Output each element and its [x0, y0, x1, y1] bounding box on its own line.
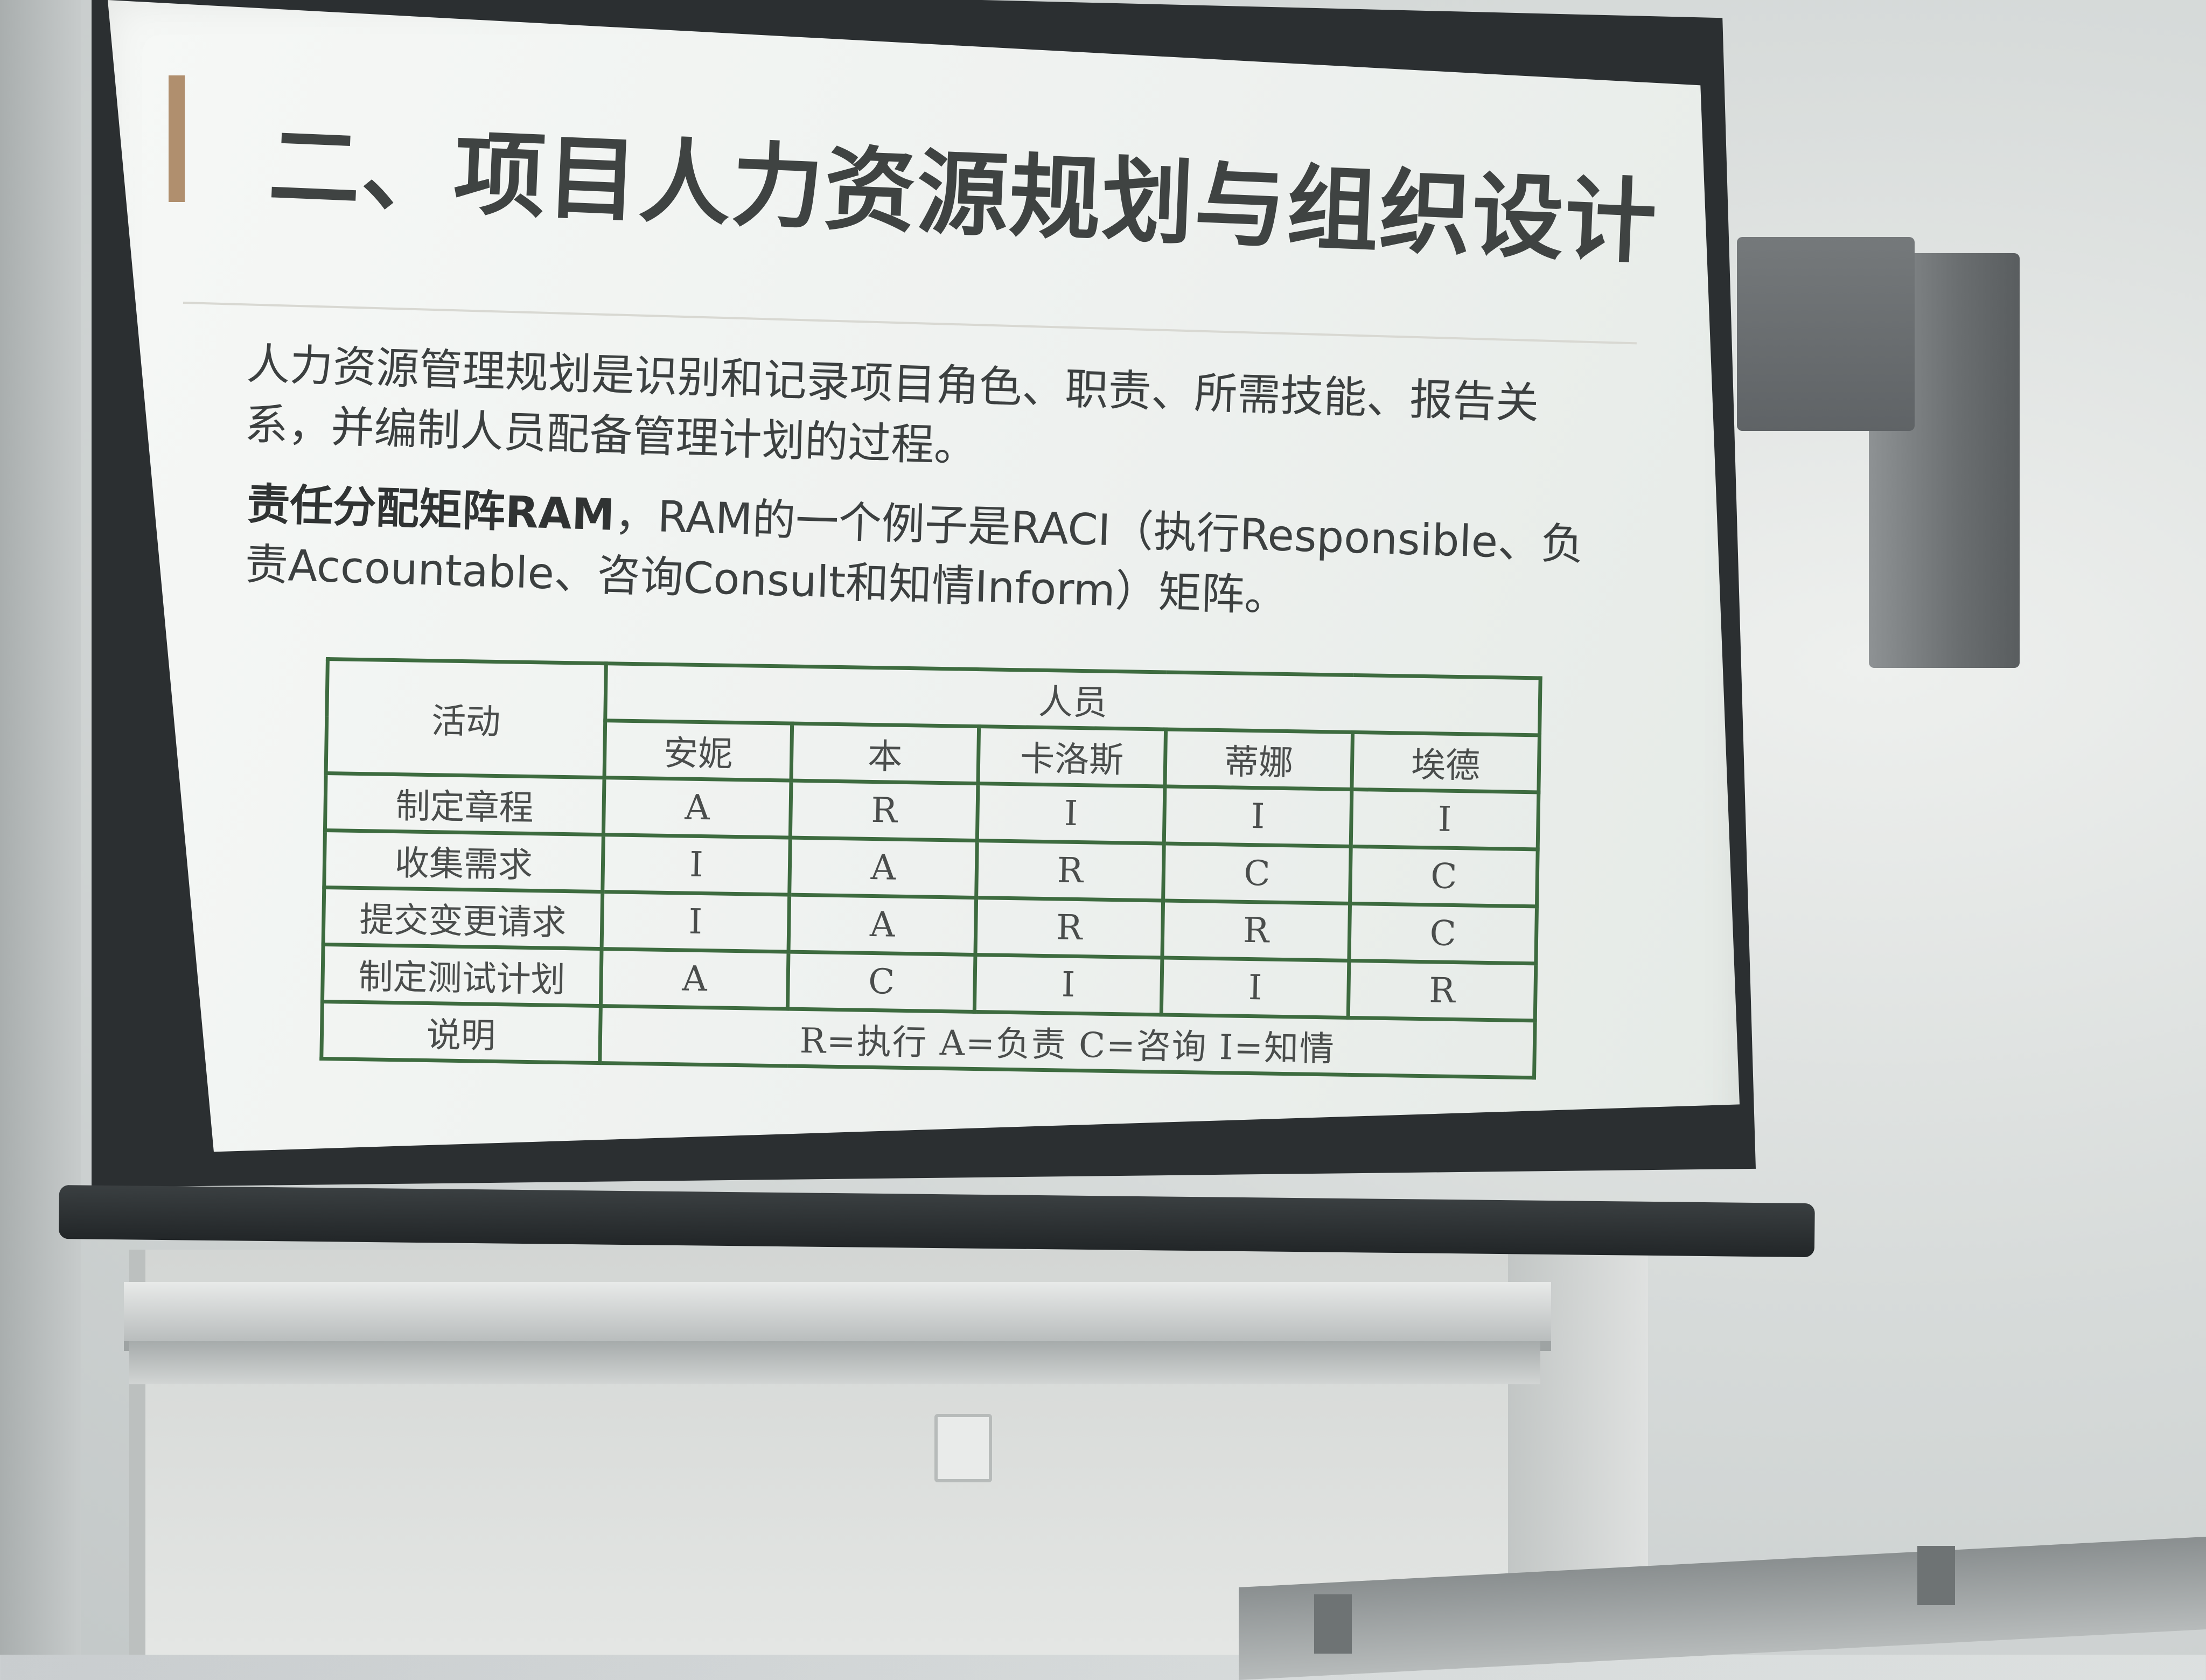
raci-cell: I: [602, 834, 791, 895]
ram-term: 责任分配矩阵RAM: [246, 478, 616, 540]
raci-cell: A: [603, 777, 792, 838]
activity-cell: 提交变更请求: [323, 887, 603, 949]
raci-cell: I: [1161, 957, 1349, 1018]
person-name: 埃德: [1351, 732, 1540, 792]
raci-table: 活动 人员 安妮 本 卡洛斯 蒂娜 埃德 制定章程 A R I I I 收集需求…: [319, 657, 1542, 1079]
person-name: 蒂娜: [1164, 729, 1353, 790]
raci-cell: C: [787, 952, 975, 1012]
activity-cell: 制定章程: [325, 773, 605, 835]
activity-header: 活动: [326, 659, 606, 778]
raci-table-wrapper: 活动 人员 安妮 本 卡洛斯 蒂娜 埃德 制定章程 A R I I I 收集需求…: [319, 657, 1542, 1079]
raci-cell: C: [1163, 843, 1351, 904]
raci-cell: A: [788, 895, 976, 955]
legend-label: 说明: [321, 1001, 601, 1063]
raci-cell: C: [1350, 846, 1538, 907]
person-name: 卡洛斯: [978, 726, 1166, 787]
raci-cell: R: [1348, 960, 1536, 1021]
raci-cell: I: [1351, 789, 1539, 849]
raci-cell: R: [976, 840, 1164, 901]
left-wall-edge: [0, 0, 81, 1655]
wall-switch: [934, 1414, 992, 1482]
raci-cell: A: [789, 838, 978, 898]
desk-post: [1917, 1546, 1955, 1605]
title-accent-bar: [169, 75, 185, 202]
raci-cell: I: [1164, 786, 1352, 847]
raci-cell: A: [601, 949, 789, 1009]
raci-cell: I: [974, 954, 1162, 1015]
raci-cell: R: [790, 780, 978, 841]
raci-cell: I: [977, 783, 1165, 844]
board-lower-rail: [129, 1341, 1540, 1384]
raci-cell: R: [1162, 900, 1350, 961]
raci-cell: R: [975, 897, 1163, 958]
raci-cell: C: [1349, 903, 1537, 964]
activity-cell: 收集需求: [324, 830, 604, 892]
raci-cell: I: [602, 891, 790, 952]
board-top-rail: [124, 1282, 1551, 1351]
activity-cell: 制定测试计划: [322, 944, 602, 1006]
desk-post: [1314, 1594, 1352, 1654]
wall-speaker-front: [1737, 237, 1915, 431]
person-name: 安妮: [604, 720, 792, 781]
person-name: 本: [791, 723, 979, 784]
board-upright: [1508, 1207, 1648, 1584]
